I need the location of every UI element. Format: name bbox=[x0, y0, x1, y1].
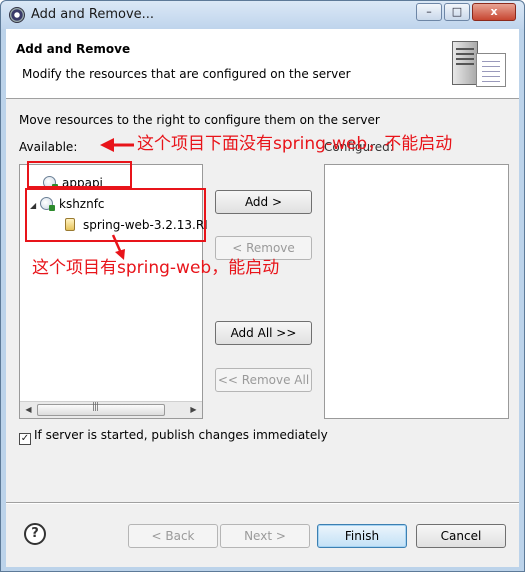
cancel-button[interactable]: Cancel bbox=[416, 524, 506, 548]
title-bar[interactable]: Add and Remove... – □ x bbox=[1, 1, 524, 29]
annotation-box-appapi bbox=[27, 161, 132, 188]
available-label: Available: bbox=[19, 140, 78, 154]
configured-list[interactable] bbox=[324, 164, 509, 419]
publish-checkbox[interactable]: ✓ bbox=[19, 433, 31, 445]
window-title: Add and Remove... bbox=[31, 7, 155, 22]
dialog-body: Add and Remove Modify the resources that… bbox=[6, 29, 519, 567]
publish-option[interactable]: ✓ If server is started, publish changes i… bbox=[19, 428, 328, 445]
help-icon[interactable]: ? bbox=[24, 523, 46, 545]
scroll-left-icon[interactable]: ◀ bbox=[20, 402, 37, 418]
dialog-window: Add and Remove... – □ x Add and Remove M… bbox=[0, 0, 525, 572]
remove-all-button[interactable]: << Remove All bbox=[215, 368, 312, 392]
annotation-note-2: 这个项目有spring-web，能启动 bbox=[32, 258, 280, 278]
eclipse-icon bbox=[9, 7, 25, 23]
config-document-icon bbox=[476, 53, 506, 87]
annotation-note-1: 这个项目下面没有spring-web，不能启动 bbox=[137, 134, 453, 154]
add-button[interactable]: Add > bbox=[215, 190, 312, 214]
horizontal-scrollbar[interactable]: ◀ ▶ bbox=[20, 401, 202, 418]
server-icon bbox=[452, 41, 478, 85]
next-button[interactable]: Next > bbox=[220, 524, 310, 548]
scroll-thumb[interactable] bbox=[37, 402, 165, 416]
back-button[interactable]: < Back bbox=[128, 524, 218, 548]
maximize-button[interactable]: □ bbox=[444, 3, 470, 21]
scroll-right-icon[interactable]: ▶ bbox=[185, 402, 202, 418]
publish-checkbox-label: If server is started, publish changes im… bbox=[34, 428, 328, 442]
wizard-header: Add and Remove Modify the resources that… bbox=[6, 29, 519, 99]
close-button[interactable]: x bbox=[472, 3, 516, 21]
minimize-button[interactable]: – bbox=[416, 3, 442, 21]
finish-button[interactable]: Finish bbox=[317, 524, 407, 548]
footer-separator bbox=[6, 502, 519, 504]
page-title: Add and Remove bbox=[16, 42, 131, 56]
annotation-box-kshznfc bbox=[25, 188, 206, 242]
add-all-button[interactable]: Add All >> bbox=[215, 321, 312, 345]
instruction-text: Move resources to the right to configure… bbox=[19, 113, 380, 127]
page-description: Modify the resources that are configured… bbox=[22, 67, 351, 81]
